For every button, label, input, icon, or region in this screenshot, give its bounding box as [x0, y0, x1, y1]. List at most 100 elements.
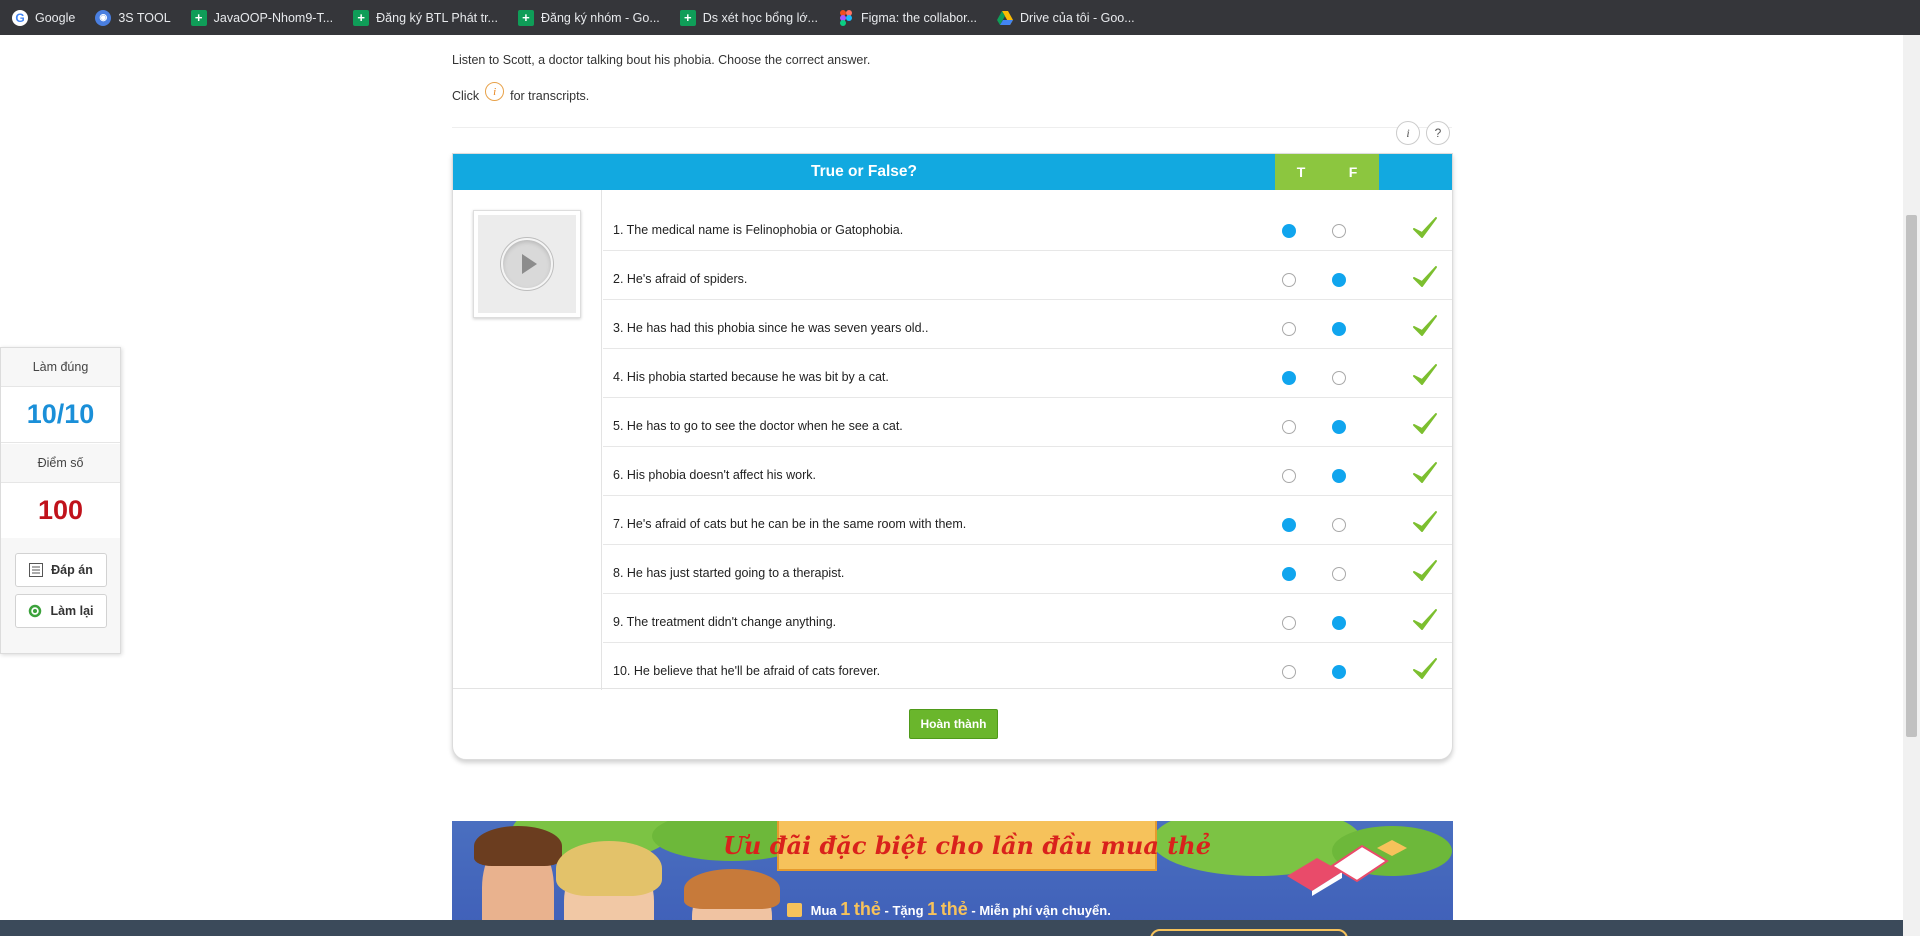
bottom-bar-button[interactable]	[1150, 929, 1348, 936]
bookmark-label: Đăng ký BTL Phát tr...	[376, 10, 498, 25]
bookmark-ds-xet-hoc-bong[interactable]: + Ds xét học bổng lớ...	[679, 9, 818, 26]
bookmark-label: Google	[35, 10, 76, 25]
retry-label: Làm lại	[50, 604, 94, 618]
audio-player[interactable]	[473, 210, 581, 318]
false-radio[interactable]	[1332, 567, 1346, 581]
retry-icon	[28, 604, 42, 618]
correct-check-icon	[1413, 413, 1437, 434]
question-row: 2. He's afraid of spiders.	[603, 251, 1452, 300]
google-icon: G	[12, 9, 28, 26]
question-row: 4. His phobia started because he was bit…	[603, 349, 1452, 398]
correct-check-icon	[1413, 511, 1437, 532]
true-column-header: T	[1296, 164, 1306, 180]
drive-icon	[997, 10, 1014, 26]
sheets-icon: +	[190, 9, 207, 26]
info-button[interactable]: i	[1396, 121, 1420, 145]
question-row: 5. He has to go to see the doctor when h…	[603, 398, 1452, 447]
false-radio[interactable]	[1332, 665, 1346, 679]
banner-ribbon: Ưu đãi đặc biệt cho lần đầu mua thẻ	[723, 821, 1211, 871]
sheets-icon: +	[517, 9, 534, 26]
bookmark-label: Ds xét học bổng lớ...	[702, 10, 818, 25]
bookmark-figma[interactable]: Figma: the collabor...	[838, 9, 978, 26]
transcript-hint: Click i for transcripts.	[452, 82, 590, 105]
bookmark-3s-tool[interactable]: ◉ 3S TOOL	[95, 9, 171, 26]
correct-check-icon	[1413, 609, 1437, 630]
true-radio[interactable]	[1282, 518, 1296, 532]
globe-icon: ◉	[95, 9, 112, 26]
true-radio[interactable]	[1282, 371, 1296, 385]
sub-text: - Tặng	[884, 903, 924, 918]
help-button[interactable]: ?	[1426, 121, 1450, 145]
correct-check-icon	[1413, 364, 1437, 385]
click-prefix: Click	[452, 88, 480, 103]
false-radio[interactable]	[1332, 371, 1346, 385]
bookmark-label: Figma: the collabor...	[860, 10, 978, 25]
correct-check-icon	[1413, 560, 1437, 581]
scrollbar-thumb[interactable]	[1906, 215, 1917, 737]
false-radio[interactable]	[1332, 224, 1346, 238]
correct-check-icon	[1413, 658, 1437, 679]
bookmark-dang-ky-nhom[interactable]: + Đăng ký nhóm - Go...	[517, 9, 660, 26]
bookmark-drive[interactable]: Drive của tôi - Goo...	[997, 10, 1135, 26]
correct-check-icon	[1413, 315, 1437, 336]
question-row: 6. His phobia doesn't affect his work.	[603, 447, 1452, 496]
bookmark-google[interactable]: G Google	[12, 9, 76, 26]
false-column-header: F	[1348, 164, 1358, 180]
true-radio[interactable]	[1282, 616, 1296, 630]
false-radio[interactable]	[1332, 616, 1346, 630]
true-radio[interactable]	[1282, 665, 1296, 679]
hair-shape	[474, 826, 562, 866]
click-suffix: for transcripts.	[510, 88, 590, 103]
figma-icon	[838, 9, 854, 26]
true-radio[interactable]	[1282, 420, 1296, 434]
finish-button[interactable]: Hoàn thành	[909, 709, 998, 739]
score-value: 100	[1, 483, 120, 539]
question-row: 10. He believe that he'll be afraid of c…	[603, 643, 1452, 692]
play-icon[interactable]	[501, 238, 553, 290]
true-radio[interactable]	[1282, 469, 1296, 483]
page-scrollbar[interactable]	[1903, 35, 1920, 936]
question-text: 8. He has just started going to a therap…	[613, 565, 845, 580]
question-text: 9. The treatment didn't change anything.	[613, 614, 837, 629]
true-radio[interactable]	[1282, 224, 1296, 238]
false-radio[interactable]	[1332, 518, 1346, 532]
false-radio[interactable]	[1332, 420, 1346, 434]
retry-button[interactable]: Làm lại	[15, 594, 107, 628]
question-row: 1. The medical name is Felinophobia or G…	[603, 202, 1452, 251]
correct-check-icon	[1413, 462, 1437, 483]
quiz-card: True or False? T F 1. The medical name i…	[452, 153, 1453, 760]
false-radio[interactable]	[1332, 322, 1346, 336]
transcript-info-icon[interactable]: i	[485, 82, 505, 101]
sub-number: 1	[840, 899, 851, 919]
hair-shape	[556, 841, 662, 896]
bookmark-label: Đăng ký nhóm - Go...	[540, 10, 660, 25]
bottom-bar	[0, 920, 1903, 936]
question-text: 10. He believe that he'll be afraid of c…	[613, 663, 881, 678]
bookmark-label: 3S TOOL	[118, 10, 171, 25]
true-radio[interactable]	[1282, 567, 1296, 581]
sub-text: thẻ	[940, 899, 968, 919]
bookmark-label: Drive của tôi - Goo...	[1020, 10, 1135, 25]
answers-button[interactable]: Đáp án	[15, 553, 107, 587]
question-list: 1. The medical name is Felinophobia or G…	[603, 202, 1452, 692]
question-text: 6. His phobia doesn't affect his work.	[613, 467, 816, 482]
true-radio[interactable]	[1282, 273, 1296, 287]
true-radio[interactable]	[1282, 322, 1296, 336]
false-radio[interactable]	[1332, 469, 1346, 483]
question-text: 1. The medical name is Felinophobia or G…	[613, 222, 904, 237]
correct-check-icon	[1413, 217, 1437, 238]
question-text: 4. His phobia started because he was bit…	[613, 369, 889, 384]
divider	[452, 127, 1452, 128]
bookmark-label: JavaOOP-Nhom9-T...	[213, 10, 334, 25]
promo-banner[interactable]: Ưu đãi đặc biệt cho lần đầu mua thẻ Mua …	[452, 821, 1453, 936]
sub-text: thẻ	[853, 899, 881, 919]
answers-label: Đáp án	[51, 563, 93, 577]
question-text: 7. He's afraid of cats but he can be in …	[613, 516, 967, 531]
bookmark-javaoop[interactable]: + JavaOOP-Nhom9-T...	[190, 9, 334, 26]
false-radio[interactable]	[1332, 273, 1346, 287]
media-column	[453, 190, 602, 690]
score-label: Điểm số	[1, 444, 120, 483]
footer-divider	[453, 688, 1452, 689]
bookmark-dang-ky-btl[interactable]: + Đăng ký BTL Phát tr...	[353, 9, 498, 26]
quiz-title: True or False?	[811, 163, 917, 180]
